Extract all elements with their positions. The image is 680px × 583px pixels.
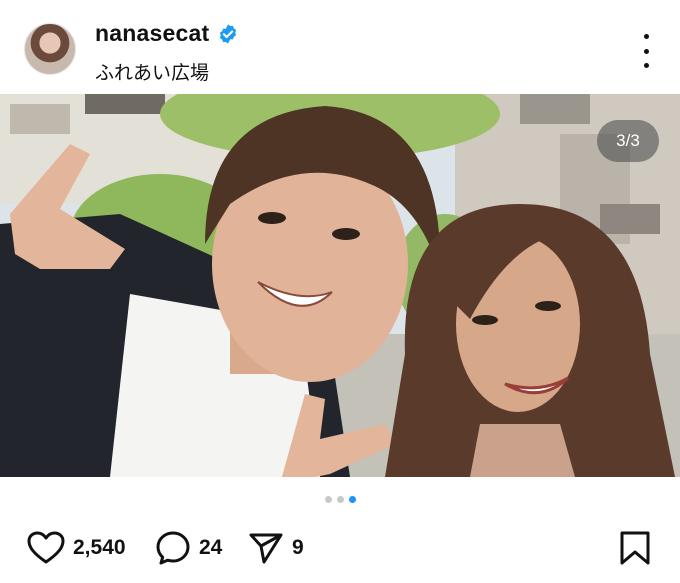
like-count[interactable]: 2,540 <box>73 536 126 560</box>
send-icon[interactable] <box>248 531 284 565</box>
like-action: 2,540 <box>27 522 126 574</box>
share-action: 9 <box>248 522 304 574</box>
share-count[interactable]: 9 <box>292 536 304 560</box>
username[interactable]: nanasecat <box>95 20 209 47</box>
comment-icon[interactable] <box>155 530 191 566</box>
bookmark-icon[interactable] <box>618 530 652 566</box>
post-header: nanasecat ふれあい広場 <box>0 0 680 95</box>
action-bar: 2,540 24 9 <box>0 522 680 574</box>
carousel-dot-active[interactable] <box>348 496 356 503</box>
verified-badge-icon <box>220 23 237 44</box>
image-counter: 3/3 <box>597 120 659 162</box>
photo-illustration <box>0 94 680 477</box>
carousel-dot[interactable] <box>324 496 332 503</box>
avatar[interactable] <box>24 23 76 75</box>
heart-icon[interactable] <box>27 531 65 565</box>
carousel-dot[interactable] <box>336 496 344 503</box>
carousel-indicator <box>0 496 680 503</box>
comment-action: 24 <box>155 522 222 574</box>
username-row: nanasecat <box>95 20 239 47</box>
more-options-icon[interactable] <box>636 34 656 68</box>
post-photo[interactable]: 3/3 <box>0 94 680 477</box>
comment-count[interactable]: 24 <box>199 536 222 560</box>
location-label[interactable]: ふれあい広場 <box>95 58 209 85</box>
